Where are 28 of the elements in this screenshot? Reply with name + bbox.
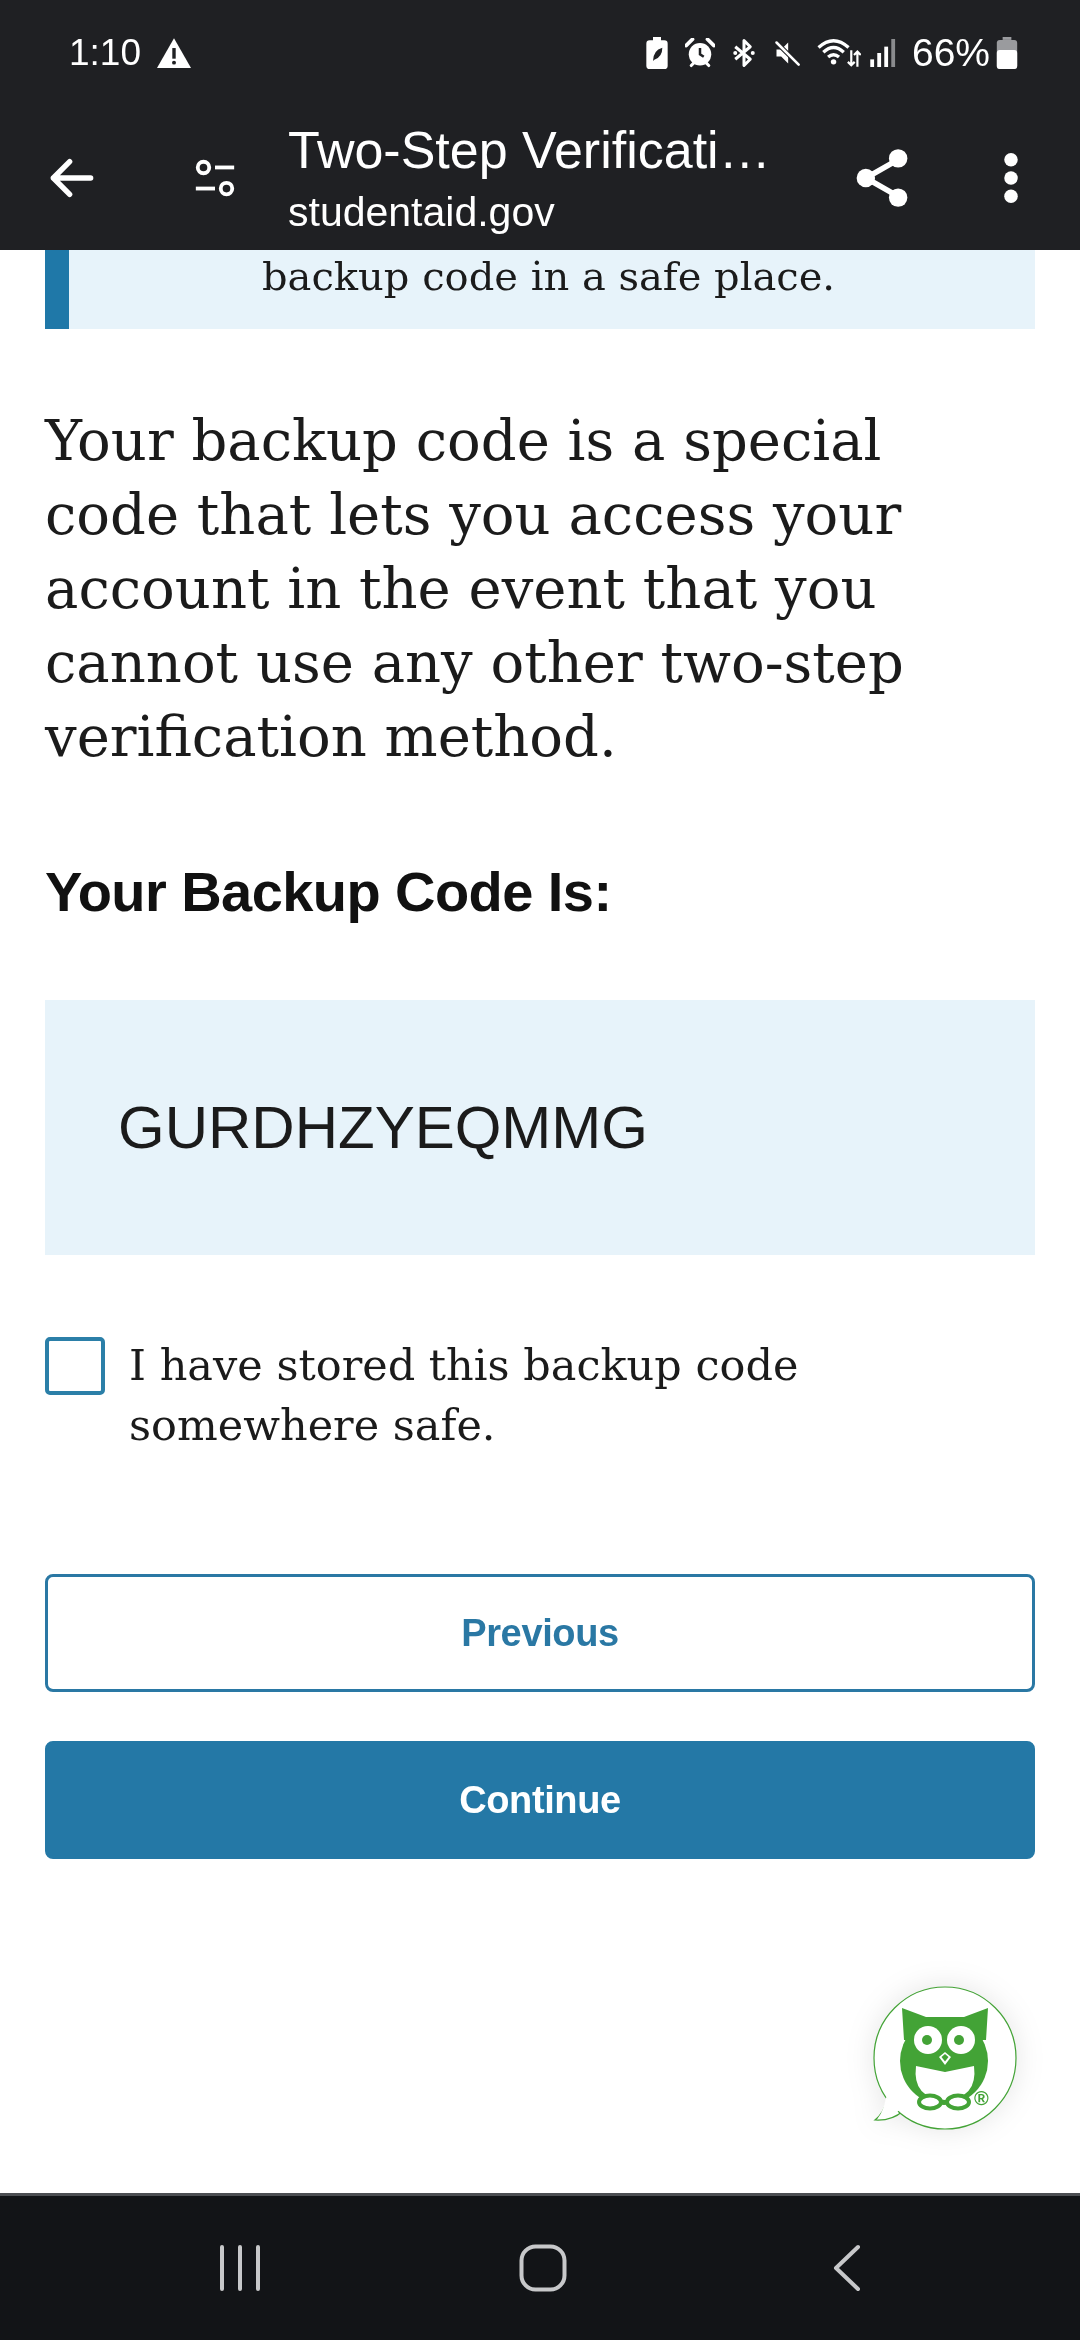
more-options-icon[interactable]: [1003, 151, 1019, 204]
checkbox[interactable]: [45, 1337, 105, 1395]
battery-saver-icon: [645, 36, 668, 69]
battery-icon: [996, 36, 1018, 69]
signal-icon: [869, 38, 896, 67]
owl-speech-bubble-icon: [870, 1985, 1020, 2133]
wifi-icon: [816, 37, 861, 68]
mute-icon: [772, 38, 801, 67]
battery-percent: 66%: [911, 30, 990, 75]
bluetooth-icon: [730, 37, 757, 68]
page-url: studentaid.gov: [288, 187, 556, 236]
page-title: Two-Step Verificati…: [288, 119, 772, 180]
warning-icon: [157, 37, 191, 68]
alarm-icon: [684, 37, 715, 68]
chat-button[interactable]: ®: [870, 1985, 1020, 2133]
checkbox-label: I have stored this backup code somewhere safe.: [129, 1339, 800, 1452]
previous-button[interactable]: Previous: [45, 1574, 1035, 1692]
back-icon[interactable]: [833, 2244, 861, 2292]
status-time: 1:10: [69, 30, 141, 75]
backup-code-heading: Your Backup Code Is:: [45, 859, 613, 925]
registered-mark: ®: [974, 2088, 989, 2108]
continue-button[interactable]: Continue: [45, 1741, 1035, 1859]
home-icon[interactable]: [519, 2244, 567, 2292]
recent-apps-icon[interactable]: [219, 2245, 261, 2291]
backup-code-box: GURDHZYEQMMG: [45, 1000, 1035, 1255]
share-icon[interactable]: [854, 147, 910, 208]
alert-box: backup code in a safe place.: [45, 250, 1035, 329]
intro-paragraph: Your backup code is a special code that lets you access your account in the event that you cannot use any other two-step verification method.: [45, 407, 905, 771]
